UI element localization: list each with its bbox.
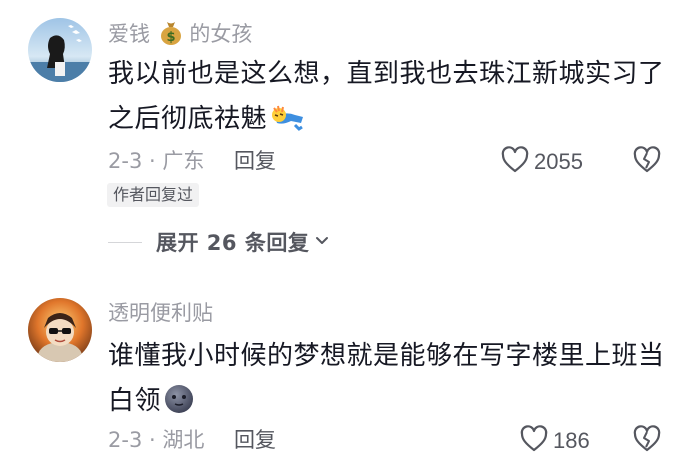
- username[interactable]: 透明便利贴: [108, 299, 213, 327]
- username-prefix: 爱钱: [108, 22, 150, 46]
- avatar[interactable]: [28, 298, 92, 362]
- like-button[interactable]: 186: [519, 424, 590, 458]
- comment-text-line: 之后彻底祛魅: [108, 97, 668, 148]
- comment-text: 我以前也是这么想，直到我也去珠江新城实习了 之后彻底祛魅: [108, 52, 668, 148]
- username[interactable]: 爱钱 $ 的女孩: [108, 19, 252, 52]
- comment-text-line: 谁懂我小时候的梦想就是能够在写字楼里上班当: [108, 341, 665, 371]
- comment-meta: 2-3 · 湖北: [108, 428, 205, 452]
- fainting-emoji-icon: [269, 103, 307, 148]
- reply-button[interactable]: 回复: [234, 147, 276, 175]
- username-suffix: 的女孩: [189, 22, 253, 46]
- svg-text:$: $: [166, 30, 175, 45]
- comment-meta: 2-3 · 广东: [108, 149, 205, 173]
- like-button[interactable]: 2055: [500, 145, 583, 179]
- like-count: 186: [553, 428, 590, 453]
- expand-replies-button[interactable]: 展开 26 条回复: [108, 227, 329, 257]
- comment-text-line: 白领: [108, 379, 668, 430]
- divider-line: [108, 241, 142, 243]
- heart-outline-icon: [500, 145, 530, 179]
- reply-button[interactable]: 回复: [234, 426, 276, 454]
- money-bag-icon: $: [159, 19, 183, 52]
- avatar[interactable]: [28, 18, 92, 82]
- comment-text-line: 我以前也是这么想，直到我也去珠江新城实习了: [108, 59, 665, 89]
- like-count: 2055: [534, 149, 583, 174]
- dark-moon-face-emoji-icon: [163, 383, 195, 430]
- heart-outline-icon: [519, 424, 549, 458]
- broken-heart-outline-icon[interactable]: [632, 424, 662, 458]
- chevron-down-icon: [315, 233, 329, 252]
- expand-replies-label: 展开 26 条回复: [156, 231, 310, 255]
- broken-heart-outline-icon[interactable]: [632, 145, 662, 179]
- comment-text: 谁懂我小时候的梦想就是能够在写字楼里上班当 白领: [108, 334, 668, 430]
- author-replied-badge: 作者回复过: [107, 183, 200, 207]
